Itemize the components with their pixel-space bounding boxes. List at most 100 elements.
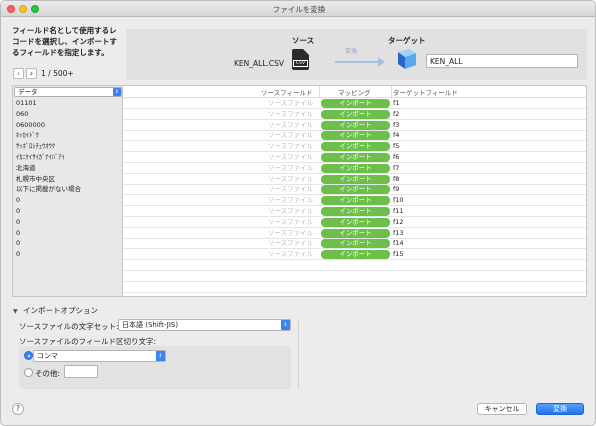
row-mapping-button[interactable]: インポート — [321, 142, 390, 152]
help-button[interactable]: ? — [12, 403, 24, 415]
charset-select[interactable]: 日本語 (Shift-JIS) ⇕ — [118, 319, 291, 331]
row-data-value: ﾎｯｶｲﾄﾞｳ — [16, 131, 39, 140]
row-mapping-button[interactable]: インポート — [321, 196, 390, 206]
row-source-field: ソースファイル — [268, 120, 314, 129]
row-target-field[interactable]: f3 — [393, 121, 399, 130]
target-title: ターゲット — [388, 36, 426, 45]
row-mapping-button[interactable]: インポート — [321, 250, 390, 260]
table-row[interactable]: 北海道 ソースファイル インポート f7 — [13, 163, 586, 174]
row-target-field[interactable]: f9 — [393, 185, 399, 194]
row-data-value: 0 — [16, 207, 21, 215]
csv-file-icon: CSV — [292, 49, 309, 70]
table-row[interactable]: 0 ソースファイル インポート f15 — [13, 249, 586, 261]
source-target-panel: ソース ターゲット KEN_ALL.CSV CSV 変換 KEN_ALL — [126, 29, 587, 80]
filemaker-file-icon — [398, 49, 416, 69]
row-source-field: ソースファイル — [268, 217, 314, 226]
delimiter-select[interactable]: コンマ ⇕ — [33, 350, 166, 362]
row-data-value: 0 — [16, 217, 21, 226]
table-row[interactable]: 0 ソースファイル インポート f12 — [13, 217, 586, 228]
row-mapping-button[interactable]: インポート — [321, 99, 390, 108]
data-column-select[interactable]: データ ⇕ — [14, 87, 122, 97]
row-target-field[interactable]: f6 — [393, 153, 399, 162]
row-source-field: ソースファイル — [268, 99, 314, 107]
row-mapping-button[interactable]: インポート — [321, 120, 390, 130]
source-field-header: ソースフィールド — [261, 89, 313, 97]
field-mapping-table: データ ⇕ ソースフィールド マッピング ターゲットフィールド 01101 ソース… — [12, 85, 587, 297]
instructions-text: フィールド名として使用するレコードを選択し、インポートするフィールドを指定します… — [12, 26, 117, 57]
row-mapping-button[interactable]: インポート — [321, 163, 390, 173]
table-row[interactable]: 060 ソースファイル インポート f2 — [13, 109, 586, 120]
table-row[interactable]: ｲｶﾆｹｲｻｲｶﾞﾅｲﾊﾞｱｲ ソースファイル インポート f6 — [13, 152, 586, 163]
table-row[interactable]: ｻｯﾎﾟﾛｼﾁｭｳｵｳｸ ソースファイル インポート f5 — [13, 141, 586, 153]
row-source-field: ソースファイル — [268, 131, 314, 140]
row-source-field: ソースファイル — [268, 163, 314, 172]
table-row[interactable]: 0600000 ソースファイル インポート f3 — [13, 120, 586, 131]
cancel-button[interactable]: キャンセル — [477, 403, 527, 415]
empty-table-row — [13, 260, 586, 271]
row-data-value: 0 — [16, 228, 21, 237]
row-target-field[interactable]: f11 — [393, 207, 404, 216]
row-mapping-button[interactable]: インポート — [321, 109, 390, 119]
target-name-input[interactable]: KEN_ALL — [426, 54, 578, 68]
row-data-value: 0 — [16, 239, 21, 248]
next-record-button[interactable]: › — [26, 68, 37, 79]
row-target-field[interactable]: f12 — [393, 218, 404, 227]
row-mapping-button[interactable]: インポート — [321, 185, 390, 195]
table-row[interactable]: 01101 ソースファイル インポート f1 — [13, 98, 586, 109]
row-target-field[interactable]: f5 — [393, 142, 399, 151]
window-title: ファイルを変換 — [272, 5, 326, 14]
row-target-field[interactable]: f10 — [393, 196, 404, 205]
row-data-value: 北海道 — [16, 163, 36, 172]
row-target-field[interactable]: f2 — [393, 110, 399, 119]
table-row[interactable]: 0 ソースファイル インポート f14 — [13, 238, 586, 250]
row-mapping-button[interactable]: インポート — [321, 153, 390, 162]
row-mapping-button[interactable]: インポート — [321, 228, 390, 238]
row-data-value: 0 — [16, 196, 21, 205]
row-target-field[interactable]: f4 — [393, 131, 399, 140]
row-data-value: 以下に掲載がない場合 — [16, 185, 81, 194]
delimiter-other-radio[interactable] — [24, 368, 33, 377]
row-mapping-button[interactable]: インポート — [321, 174, 390, 184]
row-data-value: 0600000 — [16, 120, 45, 129]
delimiter-value: コンマ — [37, 352, 58, 360]
empty-table-row — [13, 282, 586, 293]
row-target-field[interactable]: f13 — [393, 229, 404, 238]
target-field-header: ターゲットフィールド — [393, 89, 458, 97]
row-data-value: ｻｯﾎﾟﾛｼﾁｭｳｵｳｸ — [16, 142, 55, 151]
row-target-field[interactable]: f15 — [393, 250, 404, 259]
empty-table-row — [13, 292, 586, 296]
row-target-field[interactable]: f7 — [393, 164, 399, 173]
table-row[interactable]: 0 ソースファイル インポート f13 — [13, 228, 586, 239]
row-data-value: 060 — [16, 109, 29, 118]
import-options-toggle[interactable]: ▼ インポートオプション — [13, 305, 98, 316]
source-title: ソース — [292, 36, 315, 45]
table-row[interactable]: ﾎｯｶｲﾄﾞｳ ソースファイル インポート f4 — [13, 130, 586, 142]
row-source-field: ソースファイル — [268, 228, 314, 237]
table-row[interactable]: 札幌市中央区 ソースファイル インポート f8 — [13, 174, 586, 185]
convert-button[interactable]: 変換 — [536, 403, 584, 415]
charset-value: 日本語 (Shift-JIS) — [122, 321, 179, 329]
row-mapping-button[interactable]: インポート — [321, 239, 390, 249]
delimiter-select-radio[interactable] — [24, 351, 33, 360]
options-divider — [298, 319, 299, 389]
other-delimiter-input[interactable] — [64, 365, 98, 378]
mapping-header: マッピング — [338, 89, 371, 97]
row-target-field[interactable]: f14 — [393, 239, 404, 248]
data-column-label: データ — [18, 88, 38, 96]
row-target-field[interactable]: f8 — [393, 175, 399, 184]
table-row[interactable]: 0 ソースファイル インポート f10 — [13, 195, 586, 207]
row-source-field: ソースファイル — [268, 153, 314, 161]
row-target-field[interactable]: f1 — [393, 99, 399, 108]
header-divider — [319, 86, 320, 97]
row-mapping-button[interactable]: インポート — [321, 131, 390, 141]
conversion-arrow-icon — [335, 61, 380, 63]
row-mapping-button[interactable]: インポート — [321, 207, 390, 216]
table-row[interactable]: 0 ソースファイル インポート f11 — [13, 206, 586, 217]
row-source-field: ソースファイル — [268, 239, 314, 248]
row-data-value: 0 — [16, 250, 21, 259]
previous-record-button[interactable]: ‹ — [13, 68, 24, 79]
header-divider — [391, 86, 392, 97]
table-row[interactable]: 以下に掲載がない場合 ソースファイル インポート f9 — [13, 184, 586, 196]
row-data-value: 札幌市中央区 — [16, 174, 55, 183]
row-mapping-button[interactable]: インポート — [321, 217, 390, 227]
